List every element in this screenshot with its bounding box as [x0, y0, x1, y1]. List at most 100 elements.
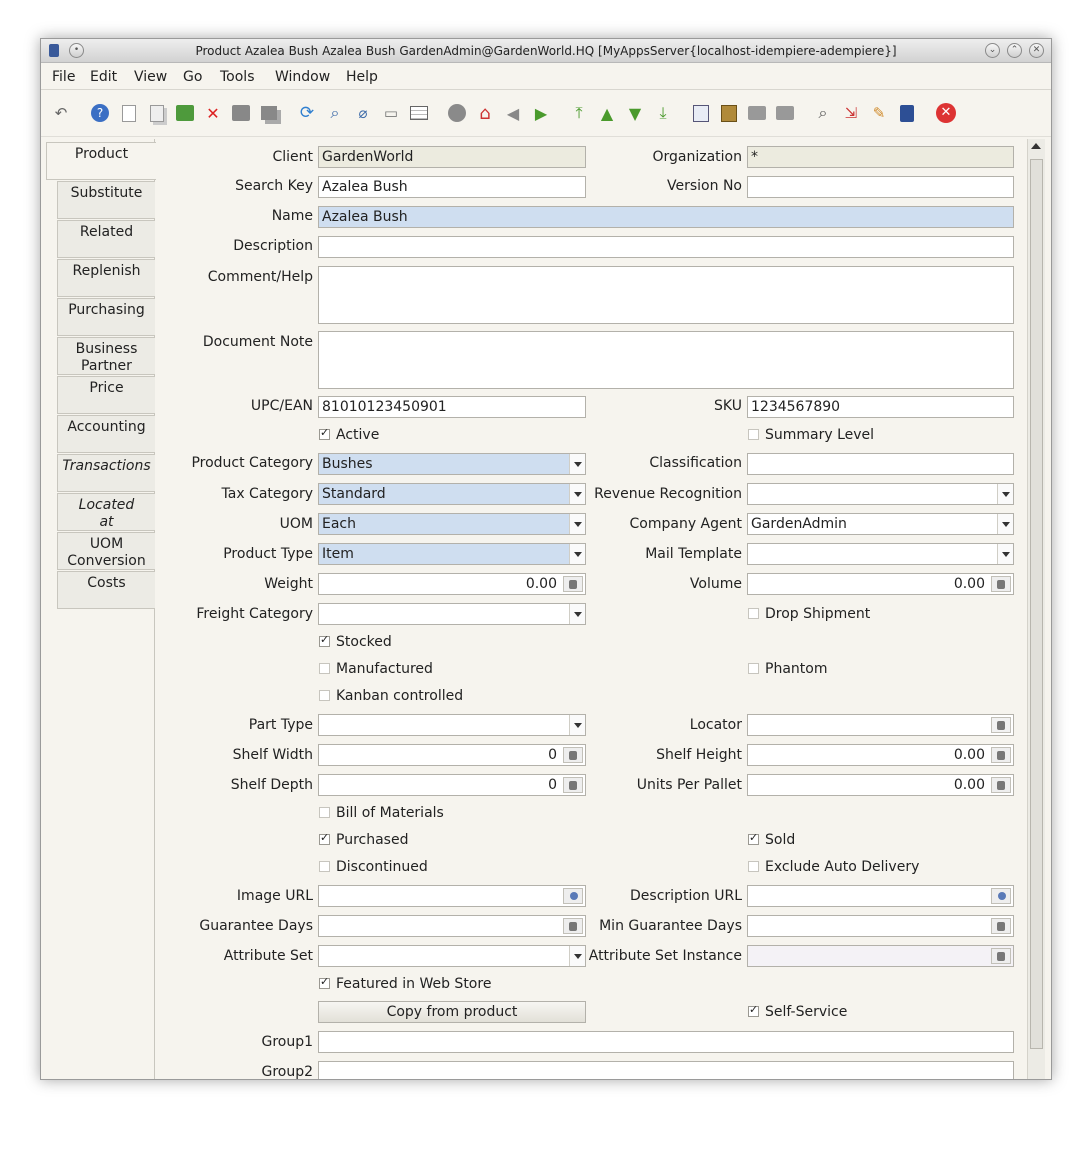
tab-purchasing[interactable]: Purchasing: [57, 298, 155, 336]
chevron-down-icon[interactable]: [997, 484, 1013, 504]
save-grid-icon[interactable]: [230, 102, 252, 124]
calculator-icon[interactable]: [563, 576, 583, 592]
exclude-auto-delivery-checkbox[interactable]: Exclude Auto Delivery: [748, 859, 919, 875]
freight-category-select[interactable]: [318, 603, 586, 625]
product-category-select[interactable]: Bushes: [318, 453, 586, 475]
image-url-field[interactable]: [318, 885, 586, 907]
chevron-down-icon[interactable]: [569, 946, 585, 966]
self-service-checkbox[interactable]: Self-Service: [748, 1003, 847, 1020]
calculator-icon[interactable]: [563, 918, 583, 934]
purchased-checkbox[interactable]: Purchased: [319, 831, 408, 848]
search-key-field[interactable]: Azalea Bush: [318, 176, 586, 198]
group1-field[interactable]: [318, 1031, 1014, 1053]
previous-icon[interactable]: ◀: [502, 102, 524, 124]
workflow-icon[interactable]: ⇲: [840, 102, 862, 124]
kanban-controlled-checkbox[interactable]: Kanban controlled: [319, 688, 463, 704]
weight-field[interactable]: 0.00: [318, 573, 586, 595]
calculator-icon[interactable]: [896, 102, 918, 124]
menu-tools[interactable]: Tools: [220, 69, 255, 85]
company-agent-select[interactable]: GardenAdmin: [747, 513, 1014, 535]
attribute-set-select[interactable]: [318, 945, 586, 967]
minimize-icon[interactable]: ⌄: [985, 43, 1000, 58]
classification-field[interactable]: [747, 453, 1014, 475]
find-icon[interactable]: ⌕: [324, 102, 346, 124]
calculator-icon[interactable]: [563, 747, 583, 763]
child-record-icon[interactable]: ▼: [624, 102, 646, 124]
attribute-set-instance-field[interactable]: [747, 945, 1014, 967]
shelf-height-field[interactable]: 0.00: [747, 744, 1014, 766]
active-checkbox[interactable]: Active: [319, 426, 379, 443]
product-info-icon[interactable]: ✎: [868, 102, 890, 124]
tab-related[interactable]: Related: [57, 220, 155, 258]
tab-price[interactable]: Price: [57, 376, 155, 414]
tab-costs[interactable]: Costs: [57, 571, 155, 609]
tab-business-partner[interactable]: Business Partner: [57, 337, 155, 375]
menu-file[interactable]: File: [52, 69, 75, 85]
globe-icon[interactable]: [563, 888, 583, 904]
stocked-checkbox[interactable]: Stocked: [319, 633, 392, 650]
chevron-down-icon[interactable]: [569, 715, 585, 735]
bill-of-materials-checkbox[interactable]: Bill of Materials: [319, 805, 444, 821]
featured-in-web-store-checkbox[interactable]: Featured in Web Store: [319, 975, 491, 992]
parent-record-icon[interactable]: ▲: [596, 102, 618, 124]
description-field[interactable]: [318, 236, 1014, 258]
calculator-icon[interactable]: [991, 576, 1011, 592]
first-record-icon[interactable]: ⤒: [568, 102, 590, 124]
tab-located-at[interactable]: Located at: [57, 493, 155, 531]
chevron-down-icon[interactable]: [569, 484, 585, 504]
save-icon[interactable]: [174, 102, 196, 124]
client-field[interactable]: GardenWorld: [318, 146, 586, 168]
min-guarantee-days-field[interactable]: [747, 915, 1014, 937]
globe-icon[interactable]: [991, 888, 1011, 904]
scrollbar-thumb[interactable]: [1030, 159, 1043, 1049]
tab-transactions[interactable]: Transactions: [57, 454, 155, 492]
tab-replenish[interactable]: Replenish: [57, 259, 155, 297]
grid-toggle-icon[interactable]: [408, 102, 430, 124]
copy-record-icon[interactable]: [146, 102, 168, 124]
volume-field[interactable]: 0.00: [747, 573, 1014, 595]
tab-substitute[interactable]: Substitute: [57, 181, 155, 219]
organization-field[interactable]: *: [747, 146, 1014, 168]
tax-category-select[interactable]: Standard: [318, 483, 586, 505]
home-icon[interactable]: ⌂: [474, 102, 496, 124]
delete-icon[interactable]: ✕: [202, 102, 224, 124]
chat-icon[interactable]: ▭: [380, 102, 402, 124]
summary-level-checkbox[interactable]: Summary Level: [748, 427, 874, 443]
comment-help-field[interactable]: [318, 266, 1014, 324]
multi-record-icon[interactable]: [258, 102, 280, 124]
units-per-pallet-field[interactable]: 0.00: [747, 774, 1014, 796]
phantom-checkbox[interactable]: Phantom: [748, 661, 827, 677]
calculator-icon[interactable]: [991, 918, 1011, 934]
last-record-icon[interactable]: ⤓: [652, 102, 674, 124]
help-icon[interactable]: ?: [89, 102, 111, 124]
shelf-depth-field[interactable]: 0: [318, 774, 586, 796]
chevron-down-icon[interactable]: [569, 454, 585, 474]
close-window-icon[interactable]: ✕: [935, 102, 957, 124]
archive-icon[interactable]: [718, 102, 740, 124]
product-type-select[interactable]: Item: [318, 543, 586, 565]
chevron-down-icon[interactable]: [569, 604, 585, 624]
sku-field[interactable]: 1234567890: [747, 396, 1014, 418]
calculator-icon[interactable]: [991, 777, 1011, 793]
new-record-icon[interactable]: [118, 102, 140, 124]
name-field[interactable]: Azalea Bush: [318, 206, 1014, 228]
discontinued-checkbox[interactable]: Discontinued: [319, 859, 428, 875]
uom-select[interactable]: Each: [318, 513, 586, 535]
chevron-down-icon[interactable]: [997, 514, 1013, 534]
calculator-icon[interactable]: [563, 777, 583, 793]
print-preview-icon[interactable]: [746, 102, 768, 124]
mail-template-select[interactable]: [747, 543, 1014, 565]
version-no-field[interactable]: [747, 176, 1014, 198]
close-icon[interactable]: ✕: [1029, 43, 1044, 58]
next-icon[interactable]: ▶: [530, 102, 552, 124]
menu-help[interactable]: Help: [346, 69, 378, 85]
menu-edit[interactable]: Edit: [90, 69, 117, 85]
revenue-recognition-select[interactable]: [747, 483, 1014, 505]
vertical-scrollbar[interactable]: [1027, 139, 1045, 1079]
scroll-up-icon[interactable]: [1031, 143, 1041, 149]
manufactured-checkbox[interactable]: Manufactured: [319, 661, 433, 677]
print-icon[interactable]: [774, 102, 796, 124]
history-icon[interactable]: [446, 102, 468, 124]
refresh-icon[interactable]: ⟳: [296, 102, 318, 124]
tab-uom-conversion[interactable]: UOM Conversion: [57, 532, 155, 570]
